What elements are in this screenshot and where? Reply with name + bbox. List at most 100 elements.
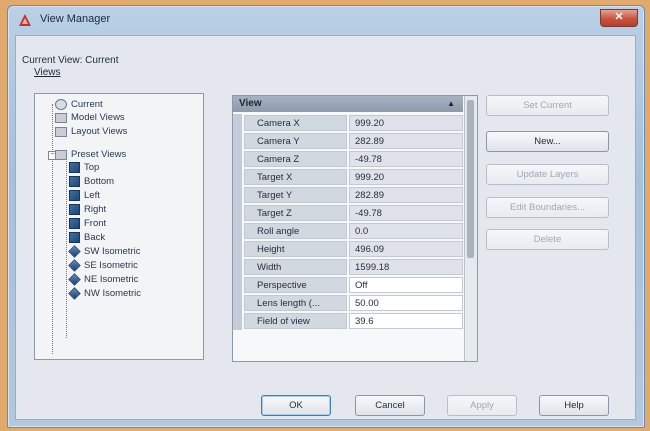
delete-view-button[interactable]: Delete xyxy=(486,229,609,250)
property-value[interactable]: Off xyxy=(349,277,463,293)
property-value[interactable]: -49.78 xyxy=(349,205,463,221)
property-name: Camera X xyxy=(244,115,347,131)
tree-item-label: Front xyxy=(84,218,107,229)
tree-item-label: SW Isometric xyxy=(84,246,141,257)
tree-item-label: Model Views xyxy=(71,112,125,123)
views-tree[interactable]: Current Model Views Layout Views − Prese… xyxy=(34,93,204,360)
isometric-icon xyxy=(68,245,81,258)
property-row-target-y[interactable]: Target Y 282.89 xyxy=(233,186,463,204)
tree-item-sw-isometric[interactable]: SW Isometric xyxy=(68,245,141,258)
tree-item-layout-views[interactable]: Layout Views xyxy=(55,125,127,138)
view-cube-icon xyxy=(69,232,80,243)
properties-header-label: View xyxy=(239,98,262,109)
camera-icon xyxy=(55,99,67,110)
tree-item-se-isometric[interactable]: SE Isometric xyxy=(68,259,138,272)
tree-item-ne-isometric[interactable]: NE Isometric xyxy=(68,273,139,286)
tree-item-label: NW Isometric xyxy=(84,288,141,299)
tree-item-label: Left xyxy=(84,190,100,201)
tree-item-front[interactable]: Front xyxy=(69,217,106,230)
tree-item-label: SE Isometric xyxy=(84,260,138,271)
property-row-target-x[interactable]: Target X 999.20 xyxy=(233,168,463,186)
tree-item-preset-views[interactable]: Preset Views xyxy=(55,148,126,161)
property-name: Width xyxy=(244,259,347,275)
tree-item-label: Top xyxy=(84,162,100,173)
tree-item-top[interactable]: Top xyxy=(69,161,99,174)
tree-item-right[interactable]: Right xyxy=(69,203,106,216)
property-name: Target X xyxy=(244,169,347,185)
cancel-button[interactable]: Cancel xyxy=(355,395,425,416)
collapse-caret-icon[interactable]: ▲ xyxy=(447,96,455,112)
tree-item-label: Right xyxy=(84,204,107,215)
property-name: Camera Y xyxy=(244,133,347,149)
view-cube-icon xyxy=(69,218,80,229)
isometric-icon xyxy=(68,259,81,272)
tree-item-label: Preset Views xyxy=(71,149,127,160)
tree-item-label: Layout Views xyxy=(71,126,128,137)
help-button[interactable]: Help xyxy=(539,395,609,416)
property-name: Height xyxy=(244,241,347,257)
isometric-icon xyxy=(68,273,81,286)
tree-item-label: Back xyxy=(84,232,106,243)
tree-item-label: Bottom xyxy=(84,176,115,187)
property-row-roll-angle[interactable]: Roll angle 0.0 xyxy=(233,222,463,240)
view-cube-icon xyxy=(69,204,80,215)
property-value[interactable]: 282.89 xyxy=(349,187,463,203)
title-bar[interactable]: View Manager ✕ xyxy=(8,6,644,36)
property-name: Field of view xyxy=(244,313,347,329)
views-group-label: Views xyxy=(34,67,61,78)
scrollbar-thumb[interactable] xyxy=(467,100,474,258)
property-name: Roll angle xyxy=(244,223,347,239)
tree-item-bottom[interactable]: Bottom xyxy=(69,175,114,188)
tree-connector xyxy=(66,158,67,338)
property-name: Lens length (... xyxy=(244,295,347,311)
tree-item-nw-isometric[interactable]: NW Isometric xyxy=(68,287,141,300)
apply-button[interactable]: Apply xyxy=(447,395,517,416)
view-cube-icon xyxy=(69,162,80,173)
set-current-button[interactable]: Set Current xyxy=(486,95,609,116)
property-row-camera-z[interactable]: Camera Z -49.78 xyxy=(233,150,463,168)
view-cube-icon xyxy=(69,176,80,187)
property-value[interactable]: 999.20 xyxy=(349,115,463,131)
edit-boundaries-button[interactable]: Edit Boundaries... xyxy=(486,197,609,218)
property-row-camera-x[interactable]: Camera X 999.20 xyxy=(233,114,463,132)
model-views-icon xyxy=(55,112,67,123)
property-name: Perspective xyxy=(244,277,347,293)
tree-connector xyxy=(52,104,53,354)
view-properties-panel[interactable]: View ▲ Camera X 999.20 Camera Y 282.89 C… xyxy=(232,95,478,362)
property-row-perspective[interactable]: Perspective Off xyxy=(233,276,463,294)
tree-item-model-views[interactable]: Model Views xyxy=(55,111,125,124)
ok-button[interactable]: OK xyxy=(261,395,331,416)
property-value[interactable]: 1599.18 xyxy=(349,259,463,275)
tree-item-label: Current xyxy=(71,99,103,110)
layout-views-icon xyxy=(55,126,67,137)
property-row-width[interactable]: Width 1599.18 xyxy=(233,258,463,276)
close-button[interactable]: ✕ xyxy=(600,9,638,27)
property-name: Target Z xyxy=(244,205,347,221)
property-value[interactable]: 496.09 xyxy=(349,241,463,257)
property-value[interactable]: -49.78 xyxy=(349,151,463,167)
update-layers-button[interactable]: Update Layers xyxy=(486,164,609,185)
tree-item-label: NE Isometric xyxy=(84,274,139,285)
property-row-target-z[interactable]: Target Z -49.78 xyxy=(233,204,463,222)
property-value[interactable]: 999.20 xyxy=(349,169,463,185)
property-name: Target Y xyxy=(244,187,347,203)
property-value[interactable]: 282.89 xyxy=(349,133,463,149)
tree-item-back[interactable]: Back xyxy=(69,231,105,244)
property-value[interactable]: 0.0 xyxy=(349,223,463,239)
property-row-lens-length[interactable]: Lens length (... 50.00 xyxy=(233,294,463,312)
tree-item-left[interactable]: Left xyxy=(69,189,100,202)
preset-views-icon xyxy=(55,149,67,160)
tree-item-current[interactable]: Current xyxy=(55,98,103,111)
current-view-label: Current View: Current xyxy=(22,55,119,66)
window-title: View Manager xyxy=(40,13,111,25)
property-row-field-of-view[interactable]: Field of view 39.6 xyxy=(233,312,463,330)
property-row-camera-y[interactable]: Camera Y 282.89 xyxy=(233,132,463,150)
property-row-height[interactable]: Height 496.09 xyxy=(233,240,463,258)
properties-scrollbar[interactable] xyxy=(464,96,477,361)
new-view-button[interactable]: New... xyxy=(486,131,609,152)
property-value[interactable]: 39.6 xyxy=(349,313,463,329)
property-value[interactable]: 50.00 xyxy=(349,295,463,311)
properties-category-header[interactable]: View ▲ xyxy=(233,96,463,112)
autocad-app-icon xyxy=(19,14,31,26)
isometric-icon xyxy=(68,287,81,300)
